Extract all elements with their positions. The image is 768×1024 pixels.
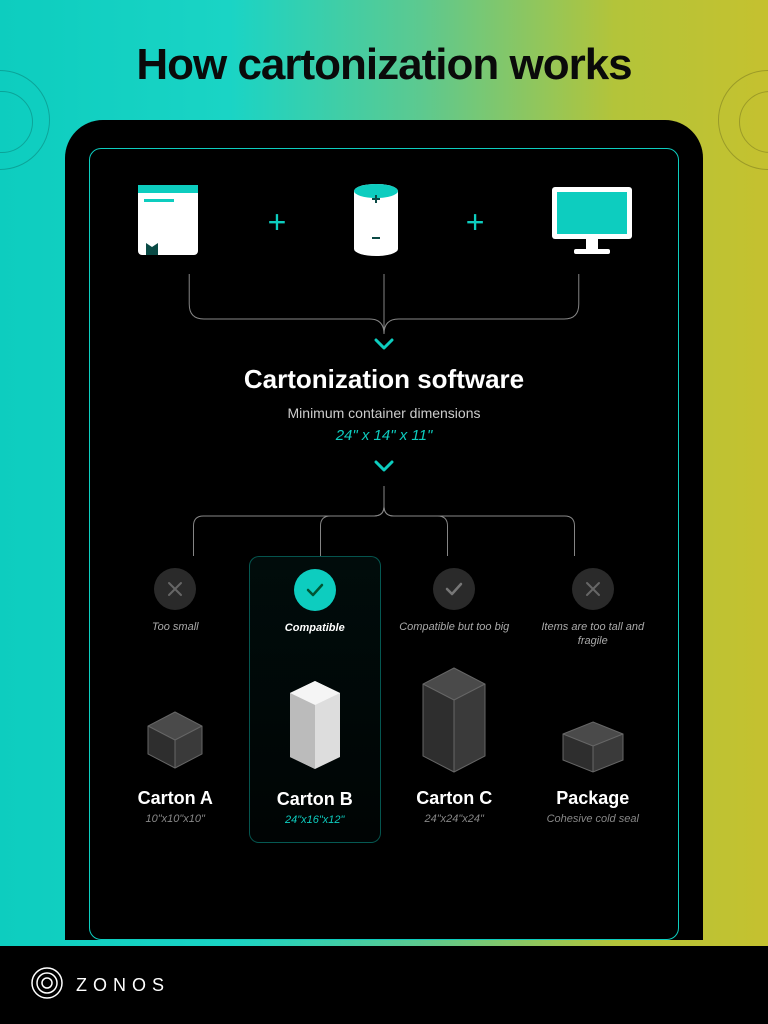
box-graphic [140,664,210,774]
plus-icon: + [466,204,485,241]
status-label: Compatible but too big [399,620,509,650]
carton-dims: 24"x16"x12" [285,814,344,826]
check-icon [294,569,336,611]
brand-name: ZONOS [76,975,170,996]
software-title: Cartonization software [110,364,658,395]
carton-dims: 10"x10"x10" [146,813,205,825]
main-panel: + + [65,120,703,940]
carton-dims: 24"x24"x24" [425,813,484,825]
x-icon [154,568,196,610]
carton-dims: Cohesive cold seal [547,813,639,825]
box-graphic [280,665,350,775]
chevron-down-icon [110,332,658,356]
carton-name: Carton A [138,788,213,809]
book-icon [132,181,204,264]
carton-card-b: Compatible Carton B 24"x16"x12" [249,556,382,843]
monitor-icon [548,183,636,262]
box-graphic [415,664,493,774]
footer: ZONOS [0,946,768,1024]
x-icon [572,568,614,610]
status-label: Compatible [285,621,345,651]
connector-top [160,274,608,334]
software-subtitle: Minimum container dimensions [110,405,658,421]
carton-card-a: Too small Carton A 10"x10"x10" [110,556,241,843]
box-graphic [555,664,631,774]
carton-name: Package [556,788,629,809]
connector-bottom [130,486,638,556]
status-label: Too small [152,620,199,650]
panel-inner: + + [89,148,679,940]
carton-card-package: Items are too tall and fragile Package C… [528,556,659,843]
software-dimensions: 24" x 14" x 11" [110,427,658,444]
brand-logo-icon [30,966,64,1005]
software-section: Cartonization software Minimum container… [110,364,658,444]
chevron-down-icon [110,454,658,478]
carton-name: Carton B [277,789,353,810]
carton-name: Carton C [416,788,492,809]
battery-icon [350,183,402,262]
items-row: + + [110,181,658,264]
check-icon [433,568,475,610]
plus-icon: + [268,204,287,241]
page-title: How cartonization works [0,0,768,120]
carton-card-c: Compatible but too big Carton C 24"x24"x… [389,556,520,843]
cartons-row: Too small Carton A 10"x10"x10" Compatibl [110,556,658,843]
status-label: Items are too tall and fragile [534,620,653,650]
